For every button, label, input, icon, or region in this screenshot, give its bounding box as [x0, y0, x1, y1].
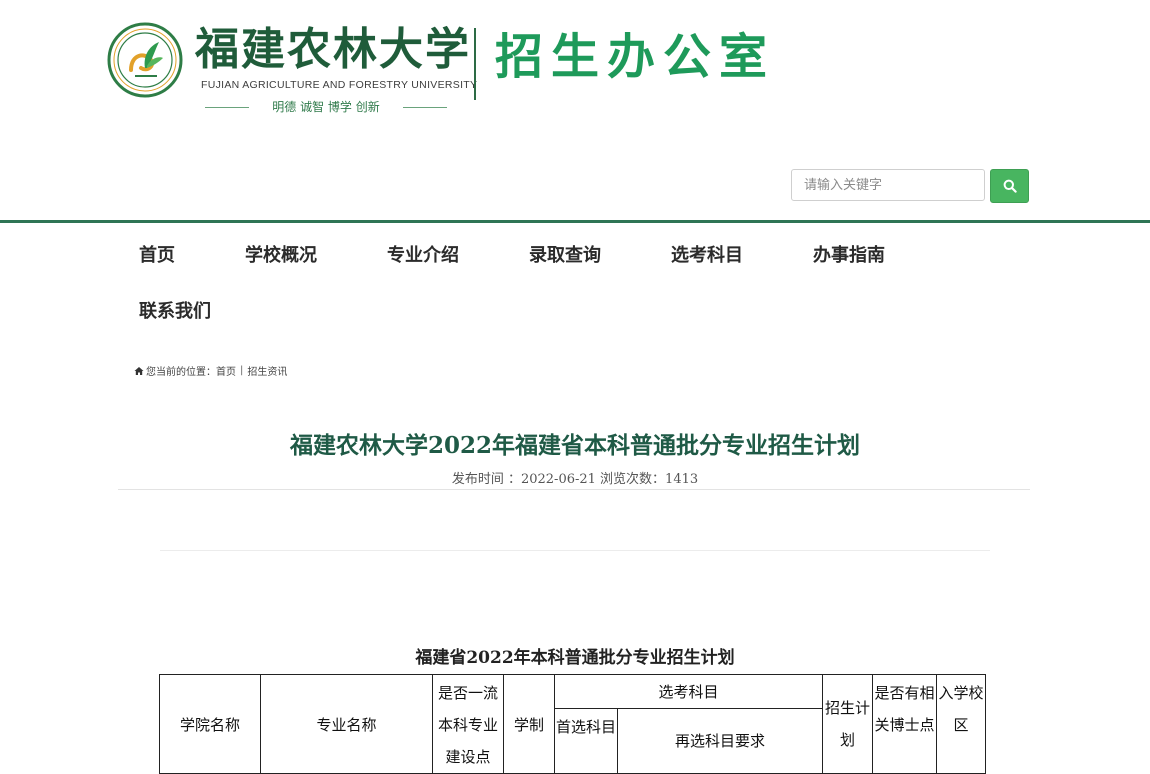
- nav-item-about[interactable]: 学校概况: [245, 241, 317, 267]
- nav-item-home[interactable]: 首页: [139, 241, 175, 267]
- col-reselect: 再选科目要求: [617, 708, 823, 774]
- content-divider: [160, 550, 990, 551]
- breadcrumb-current[interactable]: 招生资讯: [247, 363, 287, 378]
- university-name-en: FUJIAN AGRICULTURE AND FORESTRY UNIVERSI…: [201, 79, 478, 91]
- col-campus: 入学校区: [936, 674, 986, 774]
- university-seal-icon: [107, 22, 183, 98]
- nav-item-guide[interactable]: 办事指南: [813, 241, 885, 267]
- breadcrumb-separator: |: [240, 365, 244, 376]
- col-doctoral: 是否有相关博士点: [872, 674, 937, 774]
- nav-item-admission-query[interactable]: 录取查询: [529, 241, 601, 267]
- nav-item-majors[interactable]: 专业介绍: [387, 241, 459, 267]
- header-divider: [0, 220, 1150, 223]
- article-title: 福建农林大学2022年福建省本科普通批分专业招生计划: [289, 432, 860, 459]
- plan-table: 学院名称 专业名称 是否一流本科专业建设点 学制 选考科目 招生计划 是否有相关…: [159, 674, 986, 774]
- university-name-cn: 福建农林大学: [195, 24, 471, 75]
- col-major: 专业名称: [260, 674, 433, 774]
- breadcrumb-home[interactable]: 首页: [216, 363, 236, 378]
- breadcrumb-prefix: 您当前的位置：: [146, 367, 216, 378]
- col-first-subject: 首选科目: [554, 708, 618, 774]
- search-input[interactable]: [791, 169, 985, 201]
- nav-item-contact[interactable]: 联系我们: [139, 297, 211, 323]
- plan-table-title: 福建省2022年本科普通批分专业招生计划: [415, 648, 735, 668]
- site-logo[interactable]: 福建农林大学 FUJIAN AGRICULTURE AND FORESTRY U…: [107, 20, 787, 120]
- motto-text: 明德 诚智 博学 创新: [272, 100, 380, 114]
- office-name: 招生办公室: [495, 29, 776, 85]
- breadcrumb: 您当前的位置： 首页 | 招生资讯: [134, 363, 287, 378]
- search-button[interactable]: [990, 169, 1029, 203]
- col-duration: 学制: [503, 674, 555, 774]
- article-meta: 发布时间 ：2022-06-21 浏览次数：1413: [451, 472, 699, 487]
- search-icon: [1003, 179, 1017, 193]
- col-first-class: 是否一流本科专业建设点: [432, 674, 504, 774]
- home-icon: [134, 366, 144, 375]
- col-college: 学院名称: [159, 674, 261, 774]
- university-motto: 明德 诚智 博学 创新: [205, 98, 447, 116]
- meta-divider: [118, 489, 1030, 490]
- motto-line-left: [205, 107, 249, 108]
- motto-line-right: [403, 107, 447, 108]
- col-plan: 招生计划: [822, 674, 873, 774]
- logo-divider: [474, 28, 476, 100]
- table-header-row: 学院名称 专业名称 是否一流本科专业建设点 学制 选考科目 招生计划 是否有相关…: [159, 674, 986, 774]
- site-header: 福建农林大学 FUJIAN AGRICULTURE AND FORESTRY U…: [0, 0, 1150, 222]
- nav-item-subjects[interactable]: 选考科目: [671, 241, 743, 267]
- main-nav: 首页 学校概况 专业介绍 录取查询 选考科目 办事指南 联系我们: [0, 224, 1150, 344]
- col-subjects: 选考科目: [554, 674, 823, 709]
